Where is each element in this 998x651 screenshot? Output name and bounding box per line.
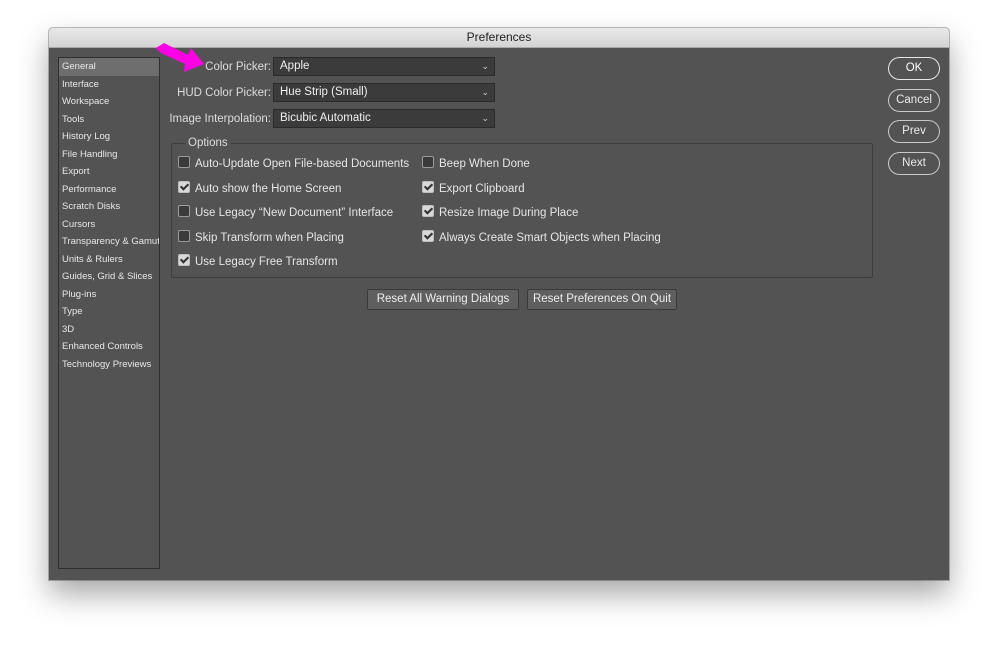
checkbox-label: Auto-Update Open File-based Documents	[195, 158, 410, 170]
color-picker-label: Color Picker:	[205, 61, 271, 73]
hud-color-picker-label: HUD Color Picker:	[177, 87, 271, 99]
checkbox-checked-icon[interactable]	[422, 205, 434, 217]
checkbox-checked-icon[interactable]	[178, 181, 190, 193]
sidebar-item-export[interactable]: Export	[59, 163, 159, 181]
chevron-down-icon: ⌄	[481, 87, 489, 97]
sidebar-item-enhanced-controls[interactable]: Enhanced Controls	[59, 338, 159, 356]
checkbox-legacy-free-transform[interactable]: Use Legacy Free Transform	[178, 254, 338, 270]
color-picker-row: Color Picker:	[149, 57, 271, 77]
checkbox-beep-when-done[interactable]: Beep When Done	[422, 156, 530, 172]
cancel-button[interactable]: Cancel	[888, 89, 940, 112]
image-interpolation-label: Image Interpolation:	[169, 113, 271, 125]
sidebar-item-technology-previews[interactable]: Technology Previews	[59, 356, 159, 374]
image-interpolation-value: Bicubic Automatic	[280, 112, 371, 124]
sidebar-item-general[interactable]: General	[59, 58, 159, 76]
preferences-dialog: Preferences General Interface Workspace …	[49, 28, 949, 580]
sidebar-item-performance[interactable]: Performance	[59, 181, 159, 199]
options-legend: Options	[185, 136, 231, 150]
checkbox-skip-transform[interactable]: Skip Transform when Placing	[178, 230, 344, 246]
checkbox-checked-icon[interactable]	[422, 230, 434, 242]
prev-button[interactable]: Prev	[888, 120, 940, 143]
checkbox-label: Always Create Smart Objects when Placing	[439, 232, 661, 244]
checkbox-label: Beep When Done	[439, 158, 530, 170]
next-button[interactable]: Next	[888, 152, 940, 175]
sidebar-item-file-handling[interactable]: File Handling	[59, 146, 159, 164]
sidebar-item-units-rulers[interactable]: Units & Rulers	[59, 251, 159, 269]
checkbox-smart-objects[interactable]: Always Create Smart Objects when Placing	[422, 230, 661, 246]
sidebar-item-workspace[interactable]: Workspace	[59, 93, 159, 111]
checkbox-resize-during-place[interactable]: Resize Image During Place	[422, 205, 578, 221]
checkbox-label: Resize Image During Place	[439, 207, 579, 219]
image-interpolation-row: Image Interpolation:	[149, 109, 271, 129]
color-picker-select[interactable]: Apple ⌄	[273, 57, 495, 76]
color-picker-value: Apple	[280, 60, 310, 72]
checkbox-checked-icon[interactable]	[178, 254, 190, 266]
checkbox-checked-icon[interactable]	[422, 181, 434, 193]
sidebar-item-cursors[interactable]: Cursors	[59, 216, 159, 234]
sidebar-item-guides-grid-slices[interactable]: Guides, Grid & Slices	[59, 268, 159, 286]
sidebar-item-3d[interactable]: 3D	[59, 321, 159, 339]
checkbox-label: Use Legacy “New Document” Interface	[195, 207, 394, 219]
checkbox-label: Use Legacy Free Transform	[195, 256, 338, 268]
sidebar: General Interface Workspace Tools Histor…	[58, 57, 160, 569]
chevron-down-icon: ⌄	[481, 61, 489, 71]
checkbox-unchecked-icon[interactable]	[178, 156, 190, 168]
ok-button[interactable]: OK	[888, 57, 940, 80]
hud-color-picker-select[interactable]: Hue Strip (Small) ⌄	[273, 83, 495, 102]
checkbox-export-clipboard[interactable]: Export Clipboard	[422, 181, 525, 197]
checkbox-legacy-new-document[interactable]: Use Legacy “New Document” Interface	[178, 205, 393, 221]
image-interpolation-select[interactable]: Bicubic Automatic ⌄	[273, 109, 495, 128]
checkbox-unchecked-icon[interactable]	[422, 156, 434, 168]
sidebar-item-plug-ins[interactable]: Plug-ins	[59, 286, 159, 304]
sidebar-item-history-log[interactable]: History Log	[59, 128, 159, 146]
checkbox-label: Export Clipboard	[439, 183, 525, 195]
sidebar-item-type[interactable]: Type	[59, 303, 159, 321]
checkbox-label: Skip Transform when Placing	[195, 232, 344, 244]
checkbox-label: Auto show the Home Screen	[195, 183, 342, 195]
sidebar-item-interface[interactable]: Interface	[59, 76, 159, 94]
checkbox-unchecked-icon[interactable]	[178, 230, 190, 242]
checkbox-auto-update[interactable]: Auto-Update Open File-based Documents	[178, 156, 409, 172]
reset-preferences-button[interactable]: Reset Preferences On Quit	[527, 289, 677, 310]
hud-color-picker-value: Hue Strip (Small)	[280, 86, 368, 98]
sidebar-item-scratch-disks[interactable]: Scratch Disks	[59, 198, 159, 216]
hud-color-picker-row: HUD Color Picker:	[149, 83, 271, 103]
checkbox-unchecked-icon[interactable]	[178, 205, 190, 217]
sidebar-item-tools[interactable]: Tools	[59, 111, 159, 129]
reset-warning-dialogs-button[interactable]: Reset All Warning Dialogs	[367, 289, 519, 310]
sidebar-item-transparency-gamut[interactable]: Transparency & Gamut	[59, 233, 159, 251]
checkbox-auto-show-home[interactable]: Auto show the Home Screen	[178, 181, 341, 197]
chevron-down-icon: ⌄	[481, 113, 489, 123]
